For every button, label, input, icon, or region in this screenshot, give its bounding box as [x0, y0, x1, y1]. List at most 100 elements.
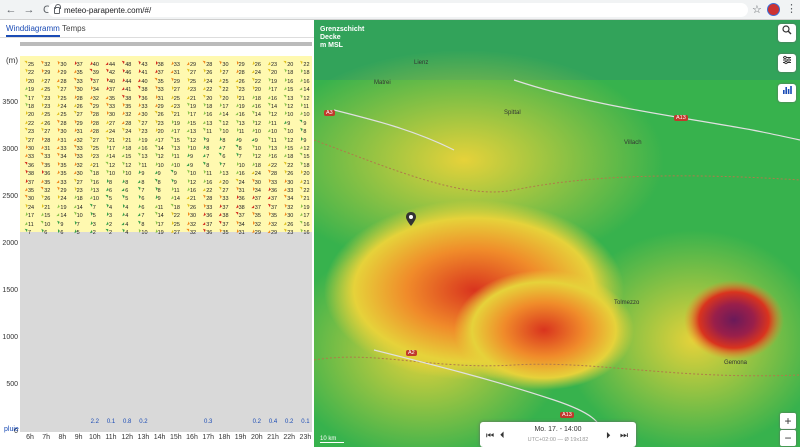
wind-speed: 21: [44, 204, 51, 211]
location-pin-icon[interactable]: [406, 212, 416, 226]
wind-speed: 15: [190, 120, 197, 127]
wind-cell: 23: [232, 85, 247, 93]
wind-speed: 21: [190, 196, 197, 203]
wind-cell: 35: [38, 161, 52, 169]
wind-cell: 16: [232, 169, 247, 177]
wind-speed: 27: [173, 230, 180, 236]
wind-cell: 35: [216, 228, 230, 236]
wind-arrow-icon: [167, 86, 174, 91]
wind-speed: 22: [173, 213, 180, 220]
place-label: Gemona: [724, 360, 748, 366]
wind-speed: 16: [271, 95, 278, 102]
search-button[interactable]: [778, 24, 796, 42]
wind-arrow-icon: [151, 195, 158, 200]
wind-arrow-icon: [135, 228, 142, 233]
browser-menu-icon[interactable]: ⋮: [786, 2, 797, 15]
wind-speed: 18: [206, 104, 213, 110]
back-button[interactable]: ←: [4, 3, 18, 17]
wind-cell: 20: [265, 68, 279, 76]
wind-cell: 6: [216, 152, 230, 160]
wind-cell: 16: [297, 220, 311, 228]
bar-chart-icon: [783, 86, 792, 94]
road-label: A13: [674, 115, 688, 121]
wind-speed: 22: [206, 188, 213, 194]
wind-cell: 27: [135, 119, 149, 127]
wind-speed: 36: [206, 230, 213, 236]
zoom-in-button[interactable]: +: [780, 413, 796, 429]
url-text: meteo-parapente.com/#/: [64, 5, 152, 15]
skip-end-icon[interactable]: ⏭: [620, 430, 628, 441]
tab-temps[interactable]: Temps: [62, 24, 86, 33]
wind-speed: 33: [271, 179, 278, 186]
wind-speed: 37: [92, 78, 99, 85]
wind-speed: 24: [60, 196, 67, 203]
bookmark-star-icon[interactable]: ☆: [752, 3, 762, 16]
wind-arrow-icon: [265, 212, 271, 217]
ground-area: [20, 232, 312, 432]
wind-cell: 34: [281, 194, 295, 202]
wind-speed: 16: [190, 188, 197, 194]
forward-button[interactable]: →: [22, 3, 36, 17]
wind-cell: 5: [119, 194, 133, 202]
wind-speed: 37: [271, 196, 278, 203]
wind-cell: 25: [184, 77, 198, 85]
wind-speed: 4: [125, 204, 129, 211]
chart-button[interactable]: [778, 84, 796, 102]
wind-arrow-icon: [70, 220, 77, 225]
wind-speed: 30: [28, 146, 35, 152]
wind-speed: 11: [173, 154, 180, 161]
wind-arrow-icon: [38, 69, 45, 74]
wind-cell: 13: [216, 169, 230, 177]
wind-speed: 30: [60, 129, 67, 136]
wind-speed: 10: [157, 162, 164, 169]
wind-arrow-icon: [184, 144, 190, 149]
wind-arrow-icon: [200, 170, 207, 175]
wind-cell: 35: [54, 161, 68, 169]
address-bar[interactable]: meteo-parapente.com/#/: [48, 3, 748, 17]
wind-cell: 10: [216, 127, 230, 135]
time-scroll-bar[interactable]: [20, 42, 312, 46]
profile-avatar[interactable]: [767, 3, 780, 16]
wind-cell: 26: [184, 203, 198, 211]
wind-speed: 32: [44, 62, 51, 68]
x-tick-label: 16h: [186, 434, 198, 441]
wind-cell: 27: [54, 85, 68, 93]
tab-winddiagramm[interactable]: Winddiagramm: [6, 24, 60, 37]
wind-speed: 40: [92, 62, 99, 68]
wind-speed: 16: [271, 154, 278, 161]
wind-speed: 8: [109, 179, 113, 186]
wind-speed: 37: [222, 221, 229, 228]
wind-cell: 26: [281, 169, 295, 177]
wind-arrow-icon: [265, 120, 271, 124]
wind-cell: 15: [119, 152, 133, 160]
wind-speed: 27: [60, 87, 67, 94]
wind-arrow-icon: [248, 186, 255, 191]
wind-arrow-icon: [167, 187, 174, 192]
wind-speed: 10: [190, 146, 197, 152]
wind-cell: 18: [297, 161, 311, 169]
wind-speed: 10: [141, 230, 148, 236]
wind-cell: 30: [54, 127, 68, 135]
tab-bar: Winddiagramm Temps: [0, 20, 314, 38]
wind-speed: 22: [303, 188, 310, 194]
wind-cell: 17: [22, 94, 36, 102]
wind-cell: 38: [119, 94, 133, 102]
zoom-out-button[interactable]: −: [780, 430, 796, 446]
wind-arrow-icon: [281, 145, 288, 150]
wind-speed: 12: [125, 162, 132, 169]
wind-cell: 24: [54, 194, 68, 202]
settings-button[interactable]: [778, 54, 796, 72]
wind-speed: 25: [173, 95, 180, 102]
step-forward-icon[interactable]: ⏵: [606, 430, 611, 441]
wind-cell: 28: [200, 60, 214, 68]
wind-cell: 30: [22, 194, 36, 202]
wind-cell: 27: [22, 136, 36, 144]
wind-cell: 12: [281, 136, 295, 144]
wind-speed: 30: [141, 112, 148, 119]
wind-cell: 10: [103, 169, 117, 177]
wind-arrow-icon: [22, 212, 28, 217]
wind-speed: 28: [206, 196, 213, 203]
wind-speed: 24: [60, 104, 67, 110]
wind-cell: 41: [119, 85, 133, 93]
map-view[interactable]: Grenzschicht Decke m MSL Lienz Matrei Spit…: [314, 20, 800, 447]
